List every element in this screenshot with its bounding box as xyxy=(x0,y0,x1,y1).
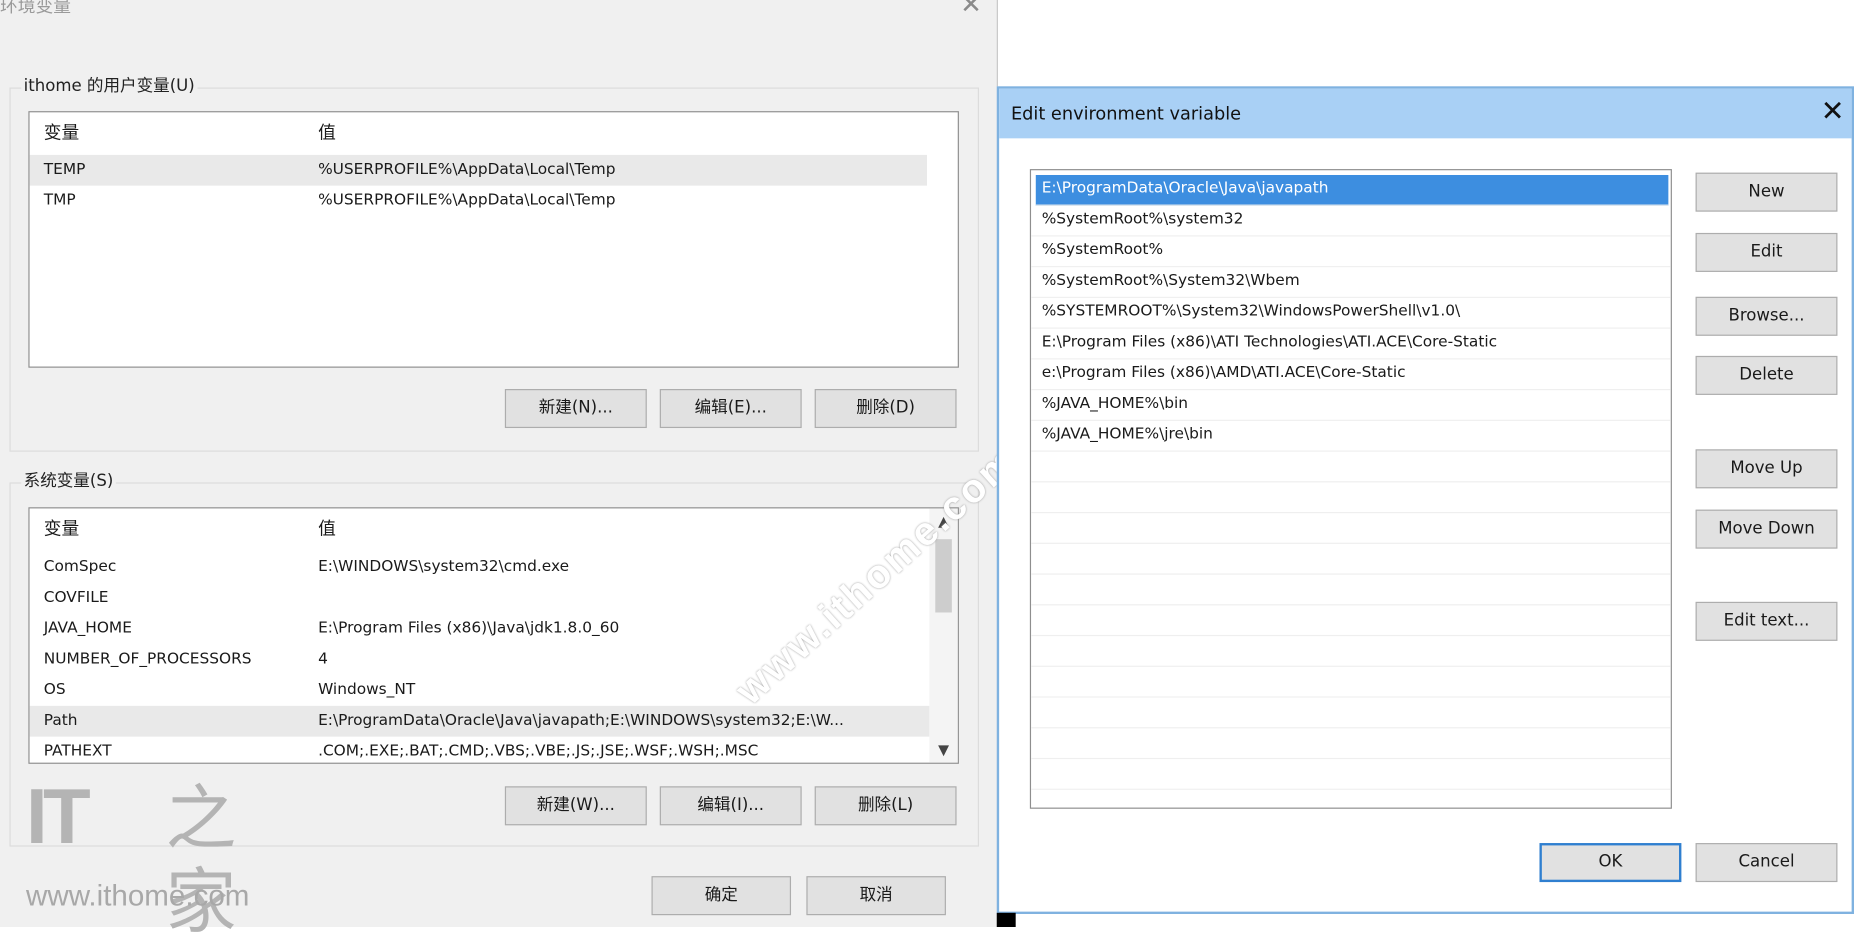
logo-it-text: IT xyxy=(26,772,91,860)
title-bar[interactable]: Edit environment variable ✕ xyxy=(999,88,1852,139)
ok-button[interactable]: OK xyxy=(1539,843,1682,883)
logo-cn-text: 之家 xyxy=(165,778,237,944)
table-row[interactable]: ComSpec E:\WINDOWS\system32\cmd.exe xyxy=(30,552,930,583)
browse-button[interactable]: Browse... xyxy=(1695,296,1838,336)
list-header: 变量 值 xyxy=(30,112,958,147)
variable-name: JAVA_HOME xyxy=(43,619,132,638)
ok-button[interactable]: 确定 xyxy=(651,876,792,916)
table-row[interactable]: Path E:\ProgramData\Oracle\Java\javapath… xyxy=(29,705,930,737)
dialog-title: 环境变量 xyxy=(0,0,71,17)
edit-button[interactable]: Edit xyxy=(1695,232,1838,272)
list-item[interactable]: %SystemRoot% xyxy=(1031,236,1671,268)
close-icon[interactable]: ✕ xyxy=(960,0,982,20)
user-new-button[interactable]: 新建(N)... xyxy=(504,389,647,429)
variable-name: TMP xyxy=(43,191,76,210)
empty-list-row[interactable] xyxy=(1031,759,1671,790)
watermark-url: www.ithome.com xyxy=(26,879,250,913)
list-item[interactable]: %SYSTEMROOT%\System32\WindowsPowerShell\… xyxy=(1031,298,1671,329)
path-entry: E:\Program Files (x86)\ATI Technologies\… xyxy=(1041,333,1498,352)
variable-value: 4 xyxy=(318,650,328,669)
system-edit-button[interactable]: 编辑(I)... xyxy=(659,786,802,826)
list-item[interactable]: E:\ProgramData\Oracle\Java\javapath xyxy=(1035,174,1669,206)
variable-value: Windows_NT xyxy=(318,681,416,699)
variable-value: E:\WINDOWS\system32\cmd.exe xyxy=(318,558,570,576)
user-variables-label: ithome 的用户变量(U) xyxy=(21,73,198,97)
empty-list-row[interactable] xyxy=(1031,605,1671,637)
background-artifact xyxy=(996,912,1016,928)
list-item[interactable]: %SystemRoot%\System32\Wbem xyxy=(1031,267,1671,298)
list-item[interactable]: %JAVA_HOME%\bin xyxy=(1031,390,1671,421)
user-delete-button[interactable]: 删除(D) xyxy=(814,389,957,429)
variable-value: %USERPROFILE%\AppData\Local\Temp xyxy=(318,191,616,210)
empty-list-row[interactable] xyxy=(1031,482,1671,514)
user-edit-button[interactable]: 编辑(E)... xyxy=(659,389,802,429)
path-entry: %SYSTEMROOT%\System32\WindowsPowerShell\… xyxy=(1041,302,1461,321)
environment-variables-dialog: 环境变量 ✕ ithome 的用户变量(U) 变量 值 TEMP %USERPR… xyxy=(0,0,998,944)
path-entry: %SystemRoot% xyxy=(1041,241,1164,259)
empty-list-row[interactable] xyxy=(1031,728,1671,760)
empty-list-row[interactable] xyxy=(1031,698,1671,729)
empty-list-row[interactable] xyxy=(1031,636,1671,667)
table-row[interactable]: TMP %USERPROFILE%\AppData\Local\Temp xyxy=(30,186,958,217)
column-header-value[interactable]: 值 xyxy=(318,516,336,541)
variable-name: TEMP xyxy=(43,160,86,179)
edit-environment-variable-dialog: Edit environment variable ✕ E:\ProgramDa… xyxy=(996,86,1854,914)
variable-name: Path xyxy=(43,711,78,730)
path-entry: E:\ProgramData\Oracle\Java\javapath xyxy=(1041,179,1329,198)
column-header-name[interactable]: 变量 xyxy=(44,516,79,541)
column-header-value[interactable]: 值 xyxy=(318,119,336,144)
table-row[interactable]: TEMP %USERPROFILE%\AppData\Local\Temp xyxy=(29,154,928,186)
list-item[interactable]: %SystemRoot%\system32 xyxy=(1031,206,1671,237)
edit-text-button[interactable]: Edit text... xyxy=(1695,601,1838,641)
variable-name: ComSpec xyxy=(43,558,117,576)
table-row[interactable]: COVFILE xyxy=(30,583,930,614)
user-variables-list[interactable]: 变量 值 TEMP %USERPROFILE%\AppData\Local\Te… xyxy=(28,111,959,368)
column-header-name[interactable]: 变量 xyxy=(44,119,79,144)
move-down-button[interactable]: Move Down xyxy=(1695,509,1838,549)
empty-list-row[interactable] xyxy=(1031,513,1671,544)
list-item[interactable]: %JAVA_HOME%\jre\bin xyxy=(1031,421,1671,452)
variable-name: COVFILE xyxy=(43,588,109,607)
empty-list-row[interactable] xyxy=(1031,544,1671,575)
close-icon[interactable]: ✕ xyxy=(1821,95,1845,128)
list-item[interactable]: E:\Program Files (x86)\ATI Technologies\… xyxy=(1031,329,1671,360)
path-entry: %JAVA_HOME%\bin xyxy=(1041,394,1189,413)
path-entry: %SystemRoot%\system32 xyxy=(1041,210,1244,229)
dialog-title: Edit environment variable xyxy=(1010,102,1242,125)
variable-name: NUMBER_OF_PROCESSORS xyxy=(43,650,252,669)
new-button[interactable]: New xyxy=(1695,172,1838,212)
cancel-button[interactable]: 取消 xyxy=(806,876,946,916)
scroll-down-arrow-icon[interactable]: ▼ xyxy=(929,741,957,758)
cancel-button[interactable]: Cancel xyxy=(1695,843,1838,883)
variable-value: E:\ProgramData\Oracle\Java\javapath;E:\W… xyxy=(318,711,844,730)
delete-button[interactable]: Delete xyxy=(1695,355,1838,395)
path-entry: %JAVA_HOME%\jre\bin xyxy=(1041,425,1213,444)
empty-list-row[interactable] xyxy=(1031,667,1671,698)
path-entries-list[interactable]: E:\ProgramData\Oracle\Java\javapath %Sys… xyxy=(1029,169,1672,809)
move-up-button[interactable]: Move Up xyxy=(1695,449,1838,489)
variable-value: E:\Program Files (x86)\Java\jdk1.8.0_60 xyxy=(318,619,620,638)
empty-list-row[interactable] xyxy=(1031,452,1671,483)
variable-name: PATHEXT xyxy=(43,742,112,761)
variable-value: %USERPROFILE%\AppData\Local\Temp xyxy=(318,160,616,179)
variable-value: .COM;.EXE;.BAT;.CMD;.VBS;.VBE;.JS;.JSE;.… xyxy=(318,742,759,761)
system-variables-label: 系统变量(S) xyxy=(21,468,116,492)
list-item[interactable]: e:\Program Files (x86)\AMD\ATI.ACE\Core-… xyxy=(1031,359,1671,391)
variable-name: OS xyxy=(43,681,66,699)
system-delete-button[interactable]: 删除(L) xyxy=(814,786,957,826)
table-row[interactable]: PATHEXT .COM;.EXE;.BAT;.CMD;.VBS;.VBE;.J… xyxy=(30,737,930,763)
empty-list-row[interactable] xyxy=(1031,575,1671,606)
path-entry: e:\Program Files (x86)\AMD\ATI.ACE\Core-… xyxy=(1041,364,1406,382)
path-entry: %SystemRoot%\System32\Wbem xyxy=(1041,271,1300,290)
system-new-button[interactable]: 新建(W)... xyxy=(504,786,647,826)
list-header: 变量 值 xyxy=(30,508,930,543)
